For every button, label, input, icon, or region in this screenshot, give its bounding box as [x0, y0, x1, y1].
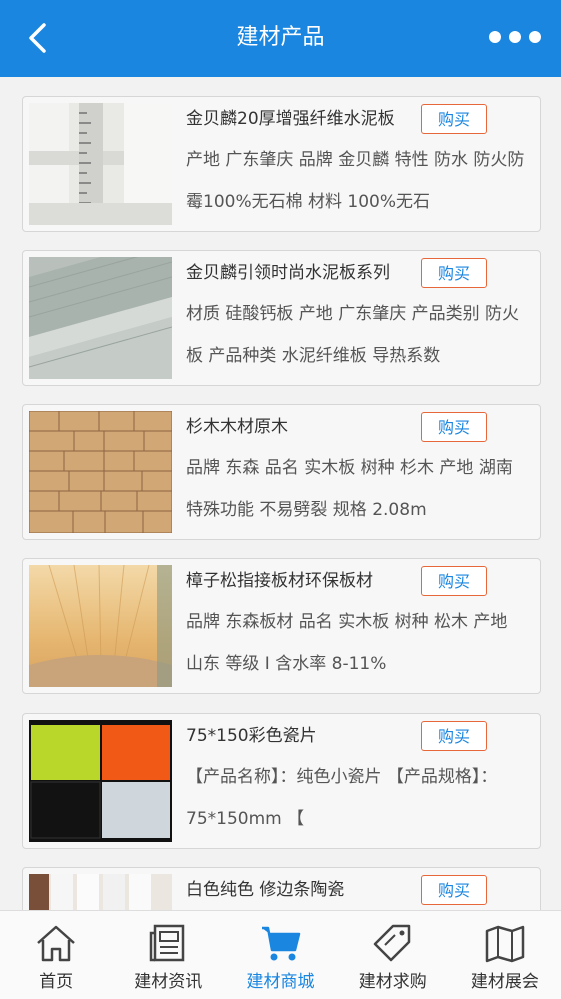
product-image [29, 103, 172, 225]
tab-label: 首页 [39, 972, 74, 992]
buy-button[interactable]: 购买 [421, 104, 487, 134]
product-image [29, 720, 172, 842]
tab-mall[interactable]: 建材商城 [224, 911, 336, 999]
product-name[interactable]: 白色纯色 修边条陶瓷 [186, 875, 418, 900]
product-name[interactable]: 杉木木材原木 [186, 412, 418, 437]
product-desc: 品牌 东森板材 品名 实木板 树种 松木 产地 山东 等级 Ⅰ 含水率 8-11… [186, 612, 508, 674]
product-image [29, 565, 172, 687]
product-desc: 品牌 东森 品名 实木板 树种 杉木 产地 湖南 特殊功能 不易劈裂 规格 2.… [186, 458, 513, 520]
product-card[interactable]: 金贝麟引领时尚水泥板系列 购买 材质 硅酸钙板 产地 广东肇庆 产品类别 防火板… [22, 250, 541, 386]
tab-label: 建材商城 [246, 972, 315, 992]
product-desc: 材质 硅酸钙板 产地 广东肇庆 产品类别 防火板 产品种类 水泥纤维板 导热系数 [186, 304, 520, 366]
page-title: 建材产品 [236, 25, 325, 50]
home-icon [37, 925, 75, 962]
tab-home[interactable]: 首页 [0, 911, 112, 999]
tab-label: 建材资讯 [134, 972, 203, 992]
bottom-tab-bar: 首页 建材资讯 建材商城 建材求购 建材展会 [0, 910, 561, 999]
product-image [29, 257, 172, 379]
buy-button[interactable]: 购买 [421, 258, 487, 288]
product-name[interactable]: 75*150彩色瓷片 [186, 721, 418, 746]
tab-news[interactable]: 建材资讯 [112, 911, 224, 999]
more-dots-icon[interactable] [489, 26, 541, 48]
product-name[interactable]: 樟子松指接板材环保板材 [186, 566, 418, 591]
tag-icon [373, 924, 410, 962]
tab-label: 建材求购 [358, 972, 427, 992]
product-card[interactable]: 杉木木材原木 购买 品牌 东森 品名 实木板 树种 杉木 产地 湖南 特殊功能 … [22, 404, 541, 540]
product-card[interactable]: 金贝麟20厚增强纤维水泥板 购买 产地 广东肇庆 品牌 金贝麟 特性 防水 防火… [22, 96, 541, 232]
buy-button[interactable]: 购买 [421, 412, 487, 442]
map-icon [485, 925, 525, 963]
news-icon [150, 924, 185, 962]
product-image [29, 874, 172, 910]
product-desc: 【产品名称】：纯色小瓷片 【产品规格】：75*150mm 【 [186, 767, 498, 829]
tab-purchase[interactable]: 建材求购 [337, 911, 449, 999]
top-bar: 建材产品 [0, 0, 561, 77]
product-card[interactable]: 樟子松指接板材环保板材 购买 品牌 东森板材 品名 实木板 树种 松木 产地 山… [22, 558, 541, 694]
product-card[interactable]: 白色纯色 修边条陶瓷 购买 [22, 867, 541, 910]
buy-button[interactable]: 购买 [421, 721, 487, 751]
buy-button[interactable]: 购买 [421, 566, 487, 596]
product-desc: 产地 广东肇庆 品牌 金贝麟 特性 防水 防火防霉100%无石棉 材料 100%… [186, 150, 525, 212]
tab-label: 建材展会 [470, 972, 539, 992]
product-card[interactable]: 75*150彩色瓷片 购买 【产品名称】：纯色小瓷片 【产品规格】：75*150… [22, 713, 541, 849]
buy-button[interactable]: 购买 [421, 875, 487, 905]
tab-expo[interactable]: 建材展会 [449, 911, 561, 999]
product-name[interactable]: 金贝麟20厚增强纤维水泥板 [186, 104, 418, 129]
cart-icon [261, 926, 300, 961]
product-list: 金贝麟20厚增强纤维水泥板 购买 产地 广东肇庆 品牌 金贝麟 特性 防水 防火… [0, 77, 561, 910]
product-image [29, 411, 172, 533]
product-name[interactable]: 金贝麟引领时尚水泥板系列 [186, 258, 418, 283]
